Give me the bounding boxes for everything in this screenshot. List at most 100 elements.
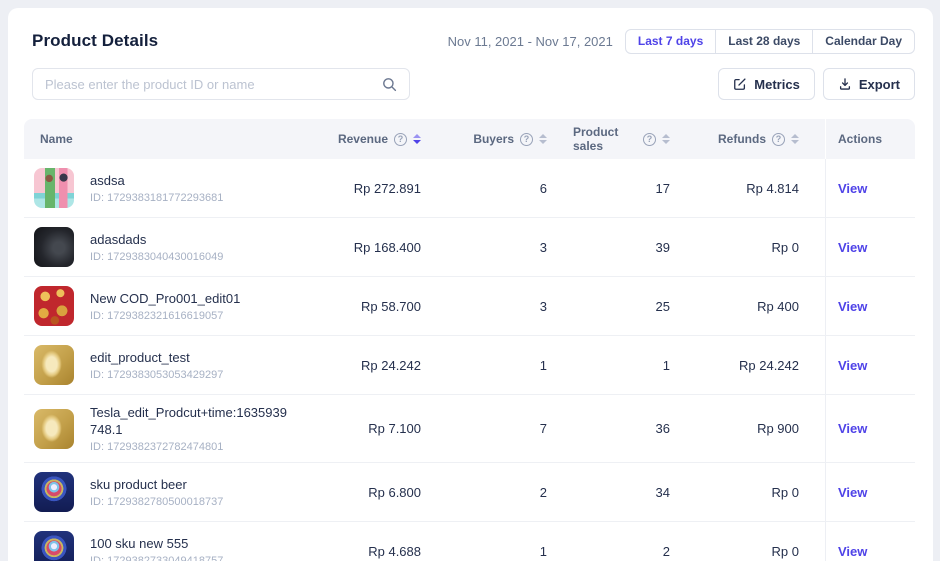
- refunds-sort-icon[interactable]: [791, 134, 799, 144]
- product-id: ID: 1729382372782474801: [90, 441, 291, 453]
- actions-cell: View: [825, 159, 915, 217]
- name-lines: Tesla_edit_Prodcut+time:1635939748.1 ID:…: [90, 404, 291, 453]
- product-name: asdsa: [90, 172, 223, 189]
- refunds-cell: Rp 900: [696, 421, 825, 436]
- product-name: 100 sku new 555: [90, 535, 223, 552]
- people-illustration-thumbnail: [34, 168, 74, 208]
- buyers-cell: 3: [447, 299, 573, 314]
- actions-cell: View: [825, 336, 915, 394]
- table-row: New COD_Pro001_edit01 ID: 17293823216166…: [24, 277, 915, 336]
- refunds-cell: Rp 0: [696, 240, 825, 255]
- metrics-button[interactable]: Metrics: [718, 68, 815, 100]
- revenue-cell: Rp 4.688: [301, 544, 447, 559]
- name-lines: New COD_Pro001_edit01 ID: 17293823216166…: [90, 290, 240, 322]
- revenue-cell: Rp 58.700: [301, 299, 447, 314]
- revenue-cell: Rp 6.800: [301, 485, 447, 500]
- product-sales-info-icon[interactable]: ?: [643, 133, 656, 146]
- column-label: Name: [40, 132, 73, 146]
- blue-ornament-thumbnail: [34, 472, 74, 512]
- products-table: Name Revenue ? Buyers ? Product sales ? …: [24, 119, 915, 561]
- buyers-cell: 3: [447, 240, 573, 255]
- actions-cell: View: [825, 277, 915, 335]
- view-link[interactable]: View: [838, 421, 867, 436]
- date-range-label: Nov 11, 2021 - Nov 17, 2021: [448, 34, 613, 49]
- red-coins-thumbnail: [34, 286, 74, 326]
- product-name: Tesla_edit_Prodcut+time:1635939748.1: [90, 404, 291, 438]
- view-link[interactable]: View: [838, 544, 867, 559]
- toolbar-right: Metrics Export: [718, 68, 915, 100]
- product-sales-sort-icon[interactable]: [662, 134, 670, 144]
- refunds-info-icon[interactable]: ?: [772, 133, 785, 146]
- last-7-days-button[interactable]: Last 7 days: [625, 29, 716, 54]
- product-id: ID: 1729383040430016049: [90, 251, 223, 263]
- product-name: edit_product_test: [90, 349, 223, 366]
- column-label: Refunds: [718, 132, 766, 146]
- name-cell: New COD_Pro001_edit01 ID: 17293823216166…: [24, 277, 301, 335]
- search-input[interactable]: [33, 69, 409, 99]
- metrics-button-label: Metrics: [754, 77, 800, 92]
- product-id: ID: 1729382321616619057: [90, 310, 240, 322]
- revenue-sort-icon[interactable]: [413, 134, 421, 144]
- view-link[interactable]: View: [838, 181, 867, 196]
- last-28-days-button[interactable]: Last 28 days: [715, 29, 813, 54]
- column-label: Actions: [838, 132, 882, 146]
- name-cell: Tesla_edit_Prodcut+time:1635939748.1 ID:…: [24, 395, 301, 462]
- column-header-refunds[interactable]: Refunds ?: [696, 132, 825, 146]
- buyers-sort-icon[interactable]: [539, 134, 547, 144]
- gold-watch-thumbnail: [34, 409, 74, 449]
- name-lines: 100 sku new 555 ID: 1729382733049418757: [90, 535, 223, 561]
- view-link[interactable]: View: [838, 485, 867, 500]
- table-header-row: Name Revenue ? Buyers ? Product sales ? …: [24, 119, 915, 159]
- revenue-cell: Rp 7.100: [301, 421, 447, 436]
- download-icon: [838, 77, 852, 91]
- calendar-day-button[interactable]: Calendar Day: [812, 29, 915, 54]
- name-cell: sku product beer ID: 1729382780500018737: [24, 463, 301, 521]
- buyers-cell: 1: [447, 358, 573, 373]
- product-id: ID: 1729383053053429297: [90, 369, 223, 381]
- column-label: Buyers: [473, 132, 514, 146]
- view-link[interactable]: View: [838, 240, 867, 255]
- product-name: sku product beer: [90, 476, 223, 493]
- revenue-cell: Rp 168.400: [301, 240, 447, 255]
- actions-cell: View: [825, 395, 915, 462]
- refunds-cell: Rp 0: [696, 544, 825, 559]
- table-row: adasdads ID: 1729383040430016049 Rp 168.…: [24, 218, 915, 277]
- name-cell: adasdads ID: 1729383040430016049: [24, 218, 301, 276]
- view-link[interactable]: View: [838, 299, 867, 314]
- column-header-buyers[interactable]: Buyers ?: [447, 132, 573, 146]
- column-header-product-sales[interactable]: Product sales ?: [573, 125, 696, 153]
- actions-cell: View: [825, 218, 915, 276]
- column-label: Product sales: [573, 125, 637, 153]
- revenue-info-icon[interactable]: ?: [394, 133, 407, 146]
- product-id: ID: 1729382780500018737: [90, 496, 223, 508]
- buyers-cell: 6: [447, 181, 573, 196]
- toolbar: Metrics Export: [24, 68, 915, 100]
- table-row: sku product beer ID: 1729382780500018737…: [24, 463, 915, 522]
- buyers-info-icon[interactable]: ?: [520, 133, 533, 146]
- product-name: New COD_Pro001_edit01: [90, 290, 240, 307]
- search-box[interactable]: [32, 68, 410, 100]
- product-id: ID: 1729382733049418757: [90, 555, 223, 561]
- sales-cell: 1: [573, 358, 696, 373]
- gold-watch-thumbnail: [34, 345, 74, 385]
- view-link[interactable]: View: [838, 358, 867, 373]
- search-icon[interactable]: [382, 77, 397, 92]
- name-lines: adasdads ID: 1729383040430016049: [90, 231, 223, 263]
- header-right: Nov 11, 2021 - Nov 17, 2021 Last 7 days …: [448, 29, 915, 54]
- refunds-cell: Rp 400: [696, 299, 825, 314]
- sales-cell: 25: [573, 299, 696, 314]
- name-lines: sku product beer ID: 1729382780500018737: [90, 476, 223, 508]
- table-row: asdsa ID: 1729383181772293681 Rp 272.891…: [24, 159, 915, 218]
- name-cell: 100 sku new 555 ID: 1729382733049418757: [24, 522, 301, 561]
- refunds-cell: Rp 4.814: [696, 181, 825, 196]
- table-row: edit_product_test ID: 172938305305342929…: [24, 336, 915, 395]
- export-button[interactable]: Export: [823, 68, 915, 100]
- table-body: asdsa ID: 1729383181772293681 Rp 272.891…: [24, 159, 915, 561]
- buyers-cell: 2: [447, 485, 573, 500]
- sales-cell: 39: [573, 240, 696, 255]
- page-title: Product Details: [32, 31, 158, 51]
- column-header-revenue[interactable]: Revenue ?: [301, 132, 447, 146]
- buyers-cell: 1: [447, 544, 573, 559]
- refunds-cell: Rp 0: [696, 485, 825, 500]
- date-range-segmented-control: Last 7 days Last 28 days Calendar Day: [625, 29, 915, 54]
